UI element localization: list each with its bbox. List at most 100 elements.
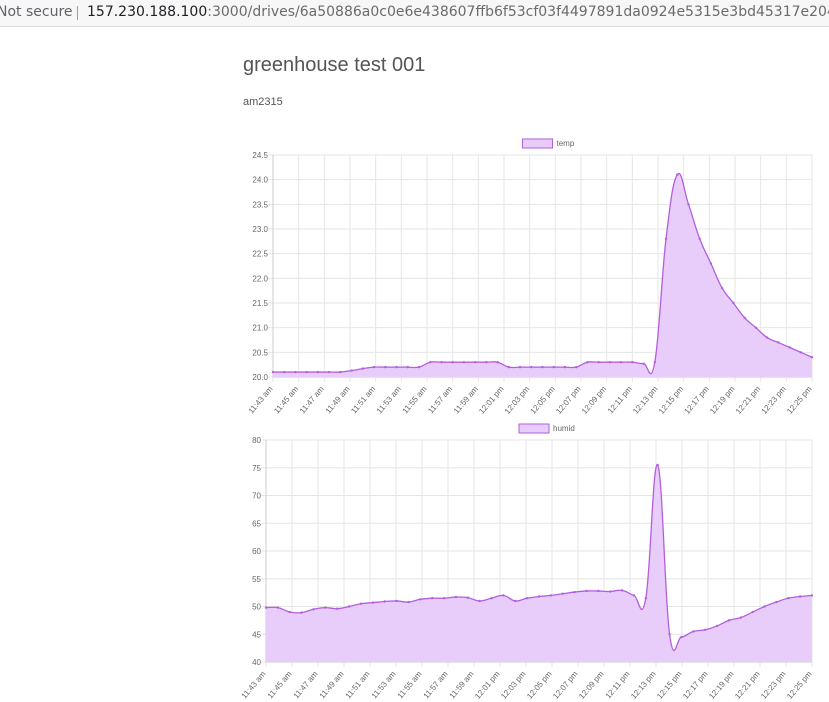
x-tick-label: 11:59 am (452, 384, 480, 415)
series-area (266, 464, 812, 662)
data-point (324, 606, 327, 609)
x-tick-label: 11:55 am (396, 669, 424, 700)
x-tick-label: 12:05 pm (525, 669, 554, 701)
data-point (406, 365, 409, 369)
data-point (788, 346, 791, 349)
legend-label: temp (557, 139, 575, 148)
data-point (676, 173, 679, 176)
x-tick-label: 12:01 pm (477, 384, 506, 416)
y-tick-label: 23.0 (252, 225, 268, 234)
x-tick-label: 12:09 pm (580, 384, 609, 416)
x-tick-label: 12:17 pm (681, 669, 710, 701)
x-tick-label: 12:11 pm (606, 384, 634, 415)
x-tick-label: 12:03 pm (503, 384, 532, 416)
data-point (327, 370, 331, 374)
x-tick-label: 11:47 am (298, 384, 326, 415)
data-point (462, 361, 466, 364)
x-tick-label: 12:01 pm (473, 669, 502, 701)
address-bar[interactable]: Not secure 157.230.188.100:3000/drives/6… (0, 0, 829, 27)
series-area (273, 173, 812, 377)
x-tick-label: 11:59 am (448, 669, 476, 700)
x-tick-label: 12:03 pm (499, 669, 528, 701)
data-point (372, 365, 376, 369)
data-point (668, 633, 671, 636)
data-point (787, 596, 790, 600)
y-tick-label: 75 (252, 464, 261, 473)
data-point (466, 596, 469, 599)
address-separator (77, 6, 78, 20)
data-point (549, 594, 553, 597)
y-tick-label: 65 (252, 519, 261, 528)
data-point (485, 361, 488, 364)
x-tick-label: 12:13 pm (629, 669, 658, 701)
data-point (283, 370, 286, 374)
data-point (305, 370, 308, 374)
data-point (271, 370, 275, 374)
data-point (361, 367, 365, 370)
x-tick-label: 12:15 pm (655, 669, 684, 701)
legend-swatch (522, 138, 553, 149)
x-tick-label: 12:21 pm (733, 669, 762, 701)
x-tick-label: 12:17 pm (683, 384, 712, 416)
data-point (359, 602, 363, 605)
y-tick-label: 20.0 (252, 373, 268, 382)
data-point (642, 362, 645, 365)
data-point (541, 365, 544, 369)
data-point (530, 365, 533, 369)
y-tick-label: 24.0 (252, 176, 268, 185)
data-point (336, 607, 339, 610)
data-point (631, 361, 634, 364)
data-point (664, 237, 668, 241)
data-point (350, 369, 353, 372)
x-tick-label: 12:25 pm (785, 384, 814, 416)
data-point (276, 606, 280, 609)
x-tick-label: 11:45 am (272, 384, 300, 415)
data-point (644, 596, 648, 600)
data-point (798, 595, 802, 598)
humid-chart: 80 75 70 65 60 55 50 45 40 11:43 am11:45 am11:47 … (240, 423, 814, 701)
data-point (514, 599, 517, 603)
url-host: 157.230.188.100 (87, 4, 208, 20)
data-point (490, 596, 493, 600)
data-point (537, 595, 541, 598)
y-tick-label: 24.5 (252, 151, 268, 160)
x-tick-label: 12:15 pm (657, 384, 686, 416)
data-point (751, 610, 754, 614)
data-point (709, 262, 713, 265)
x-tick-label: 11:43 am (247, 384, 275, 415)
data-point (775, 600, 778, 604)
data-point (339, 370, 342, 374)
data-point (698, 237, 701, 241)
x-tick-label: 12:21 pm (734, 384, 763, 416)
data-point (407, 600, 410, 604)
x-tick-label: 11:57 am (426, 384, 454, 415)
data-point (383, 600, 386, 603)
series-line (273, 172, 813, 375)
data-point (574, 365, 578, 369)
data-point (586, 361, 589, 364)
y-tick-label: 20.5 (252, 348, 268, 357)
data-point (810, 594, 814, 597)
y-tick-label: 40 (252, 658, 261, 667)
data-point (429, 361, 432, 364)
x-tick-label: 11:45 am (266, 669, 294, 700)
y-tick-label: 23.5 (252, 200, 268, 209)
data-point (687, 203, 690, 206)
data-point (473, 361, 477, 364)
data-point (294, 370, 297, 374)
data-point (552, 365, 555, 369)
security-indicator[interactable]: Not secure (0, 0, 73, 24)
data-point (810, 356, 814, 359)
y-tick-label: 70 (252, 492, 261, 501)
data-point (620, 589, 624, 592)
data-point (597, 361, 600, 364)
data-point (384, 365, 387, 369)
data-point (507, 365, 511, 369)
x-tick-label: 12:07 pm (551, 669, 580, 701)
data-point (754, 326, 758, 329)
x-tick-label: 12:07 pm (554, 384, 583, 416)
url-text[interactable]: 157.230.188.100:3000/drives/6a50886a0c0e… (87, 0, 829, 24)
x-tick-label: 11:47 am (292, 669, 320, 700)
data-point (442, 596, 446, 600)
data-point (743, 316, 746, 319)
